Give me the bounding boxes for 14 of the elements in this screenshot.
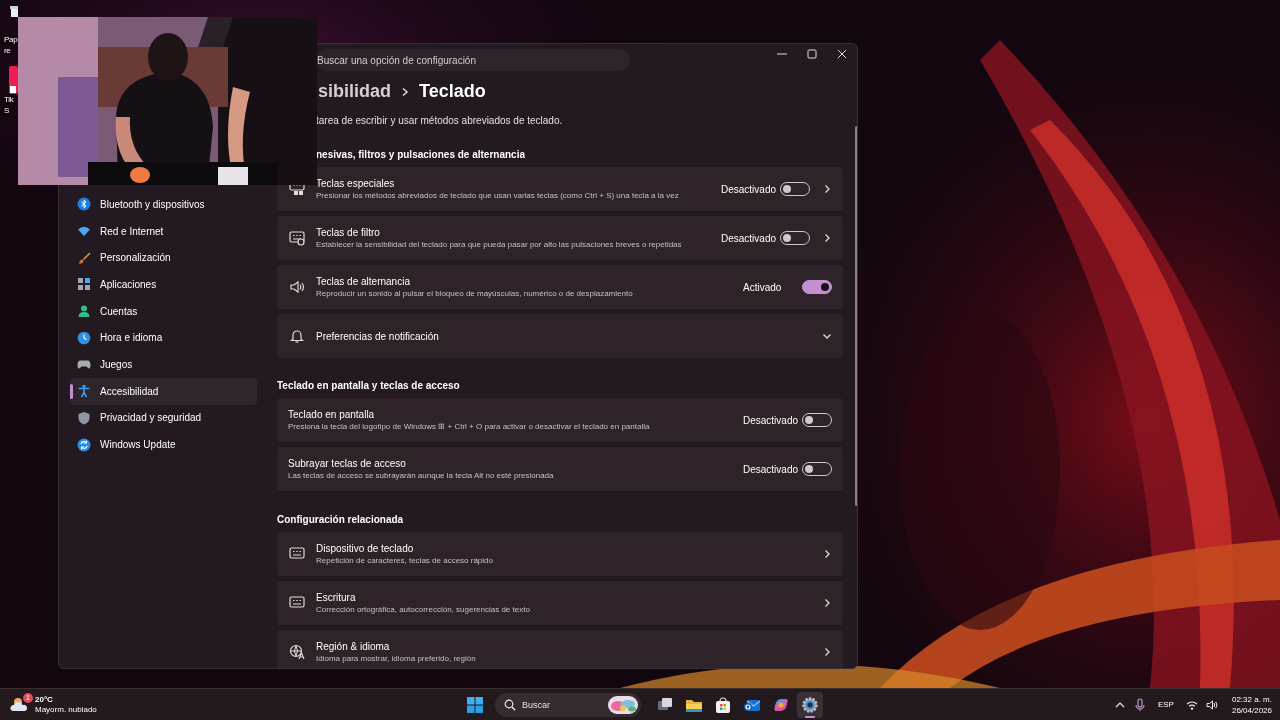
speaker-icon[interactable] (1205, 698, 1218, 711)
microphone-icon[interactable] (1133, 697, 1146, 712)
weather-condition: Mayorm. nublado (35, 704, 97, 715)
clock-button[interactable]: 02:32 a. m. 26/04/2026 (1231, 693, 1272, 716)
shopping-bag-icon (714, 695, 732, 714)
search-input[interactable]: Buscar (522, 699, 602, 710)
language-indicator[interactable]: ESP (1153, 700, 1178, 709)
wifi-icon[interactable] (1185, 698, 1198, 711)
taskbar-app-button[interactable] (797, 691, 823, 718)
windows-logo-icon (466, 695, 484, 714)
gear-icon (801, 695, 819, 714)
search-icon (504, 698, 516, 711)
temperature: 20°C (35, 694, 54, 705)
search-bar[interactable]: Buscar (495, 692, 641, 717)
